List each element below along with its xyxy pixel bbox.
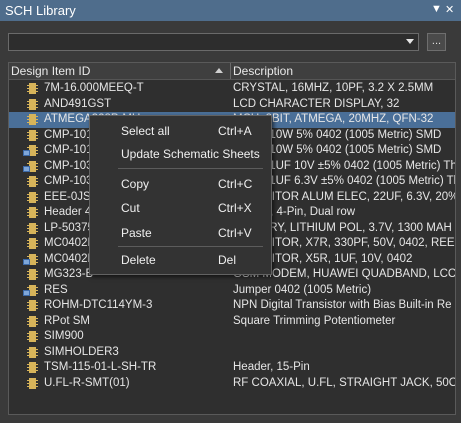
menu-item-shortcut: Ctrl+A <box>218 124 252 138</box>
component-icon <box>27 222 38 234</box>
menu-item-label: Copy <box>121 177 150 191</box>
table-row[interactable]: ROHM-DTC114YM-3 NPN Digital Transistor wi… <box>9 298 455 314</box>
menu-item-copy[interactable]: Copy Ctrl+C <box>90 174 271 194</box>
menu-item-label: Update Schematic Sheets <box>121 147 260 161</box>
design-item-id: Header 4 <box>44 206 92 218</box>
component-icon <box>27 269 38 280</box>
design-item-id: ROHM-DTC114YM-3 <box>44 299 153 311</box>
filter-combobox[interactable] <box>8 33 419 51</box>
table-row[interactable]: AND491GST LCD CHARACTER DISPLAY, 32 <box>9 97 455 113</box>
design-item-id: 7M-16.000MEEQ-T <box>44 82 144 94</box>
table-row[interactable]: TSM-115-01-L-SH-TR Header, 15-Pin <box>9 360 455 376</box>
linked-component-icon <box>23 284 38 296</box>
table-row[interactable]: U.FL-R-SMT(01) RF COAXIAL, U.FL, STRAIGHT… <box>9 376 455 392</box>
menu-item-label: Cut <box>121 201 140 215</box>
description-cell: LCD CHARACTER DISPLAY, 32 <box>233 97 400 110</box>
component-icon <box>27 331 38 342</box>
table-row[interactable]: SIM900 <box>9 329 455 345</box>
menu-item-shortcut: Del <box>218 253 237 267</box>
column-header-description[interactable]: Description <box>233 64 293 78</box>
table-row[interactable]: SIMHOLDER3 <box>9 345 455 361</box>
menu-item-paste[interactable]: Paste Ctrl+V <box>90 223 271 243</box>
design-item-id: TSM-115-01-L-SH-TR <box>44 361 157 373</box>
table-row[interactable]: 7M-16.000MEEQ-T CRYSTAL, 16MHZ, 10PF, 3.2… <box>9 81 455 97</box>
design-item-id: U.FL-R-SMT(01) <box>44 376 130 389</box>
toolbar: ... <box>0 21 461 61</box>
sort-ascending-icon <box>215 68 223 73</box>
menu-divider <box>118 246 263 247</box>
description-cell: CRYSTAL, 16MHZ, 10PF, 3.2 X 2.5MM <box>233 82 434 94</box>
sch-library-panel: SCH Library ▼ ✕ ... Design Item ID Descr… <box>0 0 461 423</box>
menu-item-delete[interactable]: Delete Del <box>90 250 271 270</box>
menu-item-shortcut: Ctrl+X <box>218 201 252 215</box>
component-icon <box>27 362 38 373</box>
component-icon <box>27 300 38 311</box>
menu-item-select-all[interactable]: Select all Ctrl+A <box>90 121 271 141</box>
column-header-id[interactable]: Design Item ID <box>11 64 90 78</box>
component-icon <box>27 129 38 141</box>
browse-button[interactable]: ... <box>427 33 446 51</box>
component-icon <box>27 176 38 187</box>
menu-item-label: Delete <box>121 253 156 267</box>
context-menu: Select all Ctrl+A Update Schematic Sheet… <box>89 115 272 275</box>
description-cell: NPN Digital Transistor with Bias Built-i… <box>233 299 452 311</box>
description-cell: Header, 15-Pin <box>233 361 310 373</box>
menu-item-update-schematic-sheets[interactable]: Update Schematic Sheets <box>90 144 271 164</box>
design-item-id: SIMHOLDER3 <box>44 345 119 358</box>
menu-item-shortcut: Ctrl+C <box>218 177 253 191</box>
menu-item-label: Paste <box>121 226 152 240</box>
menu-item-cut[interactable]: Cut Ctrl+X <box>90 198 271 218</box>
component-icon <box>27 83 38 94</box>
design-item-id: RPot SM <box>44 314 91 327</box>
close-icon[interactable]: ✕ <box>445 3 454 16</box>
design-item-id: RES <box>44 283 68 296</box>
linked-component-icon <box>23 160 38 172</box>
table-row[interactable]: RPot SM Square Trimming Potentiometer <box>9 314 455 330</box>
component-icon <box>27 191 38 203</box>
table-row[interactable]: RES Jumper 0402 (1005 Metric) <box>9 283 455 299</box>
menu-divider <box>118 168 263 169</box>
menu-item-label: Select all <box>121 124 170 138</box>
panel-title-bar: SCH Library ▼ ✕ <box>0 0 461 21</box>
component-icon <box>27 315 38 327</box>
grid-header: Design Item ID Description <box>9 63 455 80</box>
component-icon <box>27 346 38 358</box>
component-icon <box>27 238 38 249</box>
chevron-down-icon[interactable] <box>406 39 414 44</box>
component-icon <box>27 114 38 125</box>
pin-dropdown-icon[interactable]: ▼ <box>431 3 442 15</box>
description-cell: RF COAXIAL, U.FL, STRAIGHT JACK, 50OHM <box>233 376 455 389</box>
menu-item-shortcut: Ctrl+V <box>218 226 252 240</box>
component-icon <box>27 98 38 110</box>
component-icon <box>27 207 38 218</box>
component-icon <box>27 377 38 389</box>
description-cell: Jumper 0402 (1005 Metric) <box>233 283 372 296</box>
design-item-id: AND491GST <box>44 97 112 110</box>
linked-component-icon <box>23 253 38 265</box>
panel-title: SCH Library <box>5 3 76 18</box>
column-separator[interactable] <box>230 63 231 79</box>
description-cell: Square Trimming Potentiometer <box>233 314 396 327</box>
design-item-id: SIM900 <box>44 330 84 342</box>
design-item-id: MG323-B <box>44 268 94 280</box>
linked-component-icon <box>23 145 38 156</box>
